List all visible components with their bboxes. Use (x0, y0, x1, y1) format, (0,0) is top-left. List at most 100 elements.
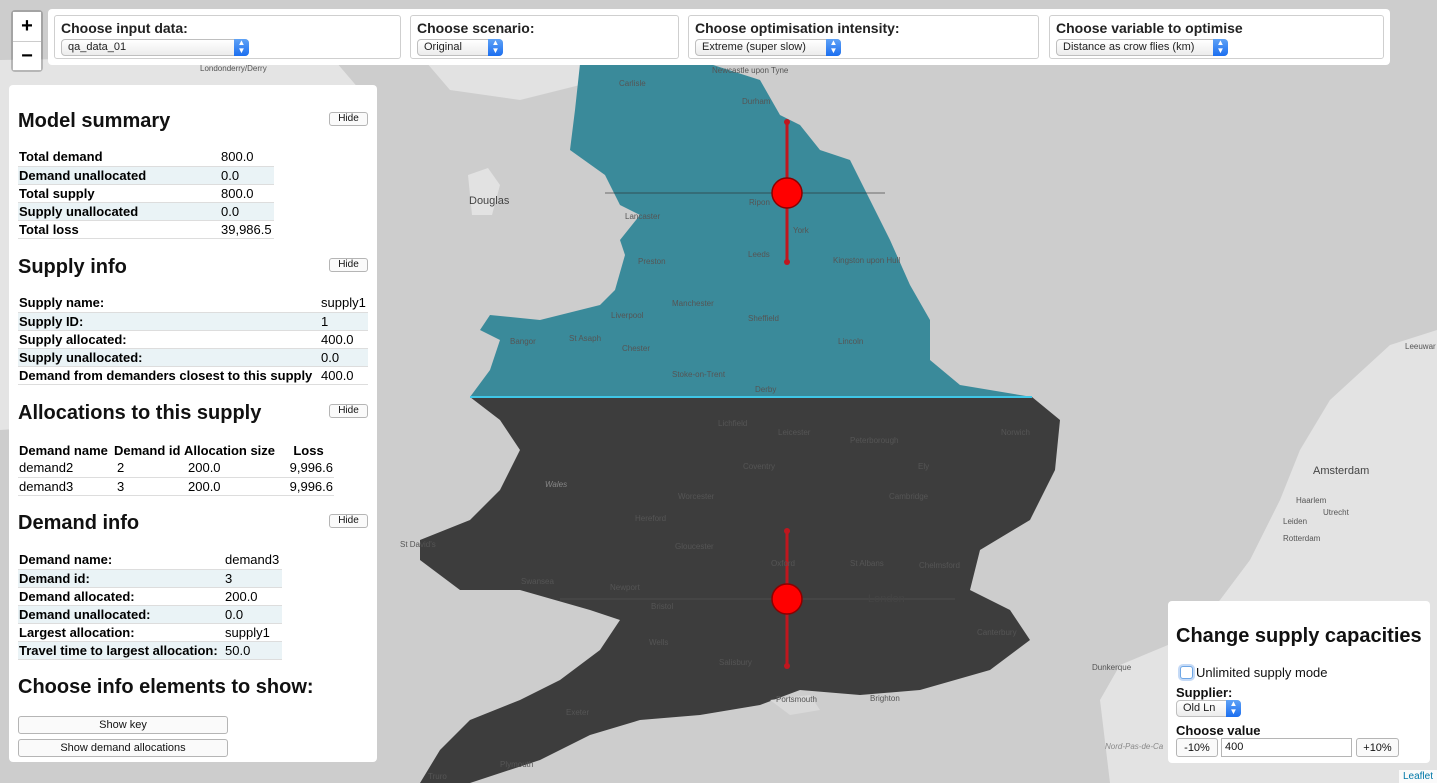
map-label-swansea: Swansea (521, 577, 554, 586)
unlimited-supply-row: Unlimited supply mode (1176, 665, 1328, 680)
input-data-select[interactable]: qa_data_01 ▲ ▼ (61, 39, 249, 56)
table-row: Supply name: supply1 (18, 294, 368, 313)
map-label-preston: Preston (638, 257, 666, 266)
row-key: Demand allocated: (18, 587, 224, 606)
supply-marker[interactable] (771, 177, 803, 209)
intensity-value: Extreme (super slow) (702, 41, 806, 53)
input-data-title: Choose input data: (61, 20, 188, 36)
select-arrows-icon: ▲ ▼ (488, 39, 503, 56)
demand-info-title: Demand info (18, 512, 140, 534)
row-key: Total demand (18, 148, 220, 167)
map-label-derby: Derby (755, 385, 776, 394)
map-label-gloucester: Gloucester (675, 542, 714, 551)
supply-info-table: Supply name: supply1 Supply ID: 1 Supply a… (18, 294, 368, 385)
variable-value: Distance as crow flies (km) (1063, 41, 1195, 53)
map-label-chelmsford: Chelmsford (919, 561, 960, 570)
table-row: Supply unallocated: 0.0 (18, 348, 368, 367)
map-label-rotterdam: Rotterdam (1283, 534, 1321, 543)
variable-select[interactable]: Distance as crow flies (km) ▲ ▼ (1056, 39, 1228, 56)
scenario-select[interactable]: Original ▲ ▼ (417, 39, 503, 56)
map-label-dunkerque: Dunkerque (1092, 663, 1132, 672)
row-key: Demand unallocated (18, 166, 220, 185)
capacity-panel: Change supply capacities Unlimited suppl… (1168, 601, 1430, 763)
map-label-hereford: Hereford (635, 514, 666, 523)
row-value: 0.0 (320, 348, 368, 367)
row-value: 800.0 (220, 184, 274, 203)
allocations-hide-button[interactable]: Hide (329, 404, 368, 418)
map-label-leiden: Leiden (1283, 517, 1307, 526)
increase-10-button[interactable]: +10% (1356, 738, 1399, 757)
demand-info-table: Demand name: demand3 Demand id: 3 Demand a… (18, 551, 282, 660)
intensity-select[interactable]: Extreme (super slow) ▲ ▼ (695, 39, 841, 56)
table-row: Demand unallocated: 0.0 (18, 605, 282, 624)
row-key: Largest allocation: (18, 623, 224, 642)
select-arrows-icon: ▲ ▼ (1213, 39, 1228, 56)
row-key: Supply unallocated: (18, 348, 320, 367)
map-label-leicester: Leicester (778, 428, 811, 437)
map-label-utrecht: Utrecht (1323, 508, 1350, 517)
demand-line-end-bottom (784, 663, 790, 669)
leaflet-attribution-link[interactable]: Leaflet (1398, 770, 1437, 783)
row-key: Supply allocated: (18, 330, 320, 349)
map-label-stalbans: St Albans (850, 559, 884, 568)
cell-demand-id: 3 (113, 477, 183, 496)
map-label-douglas: Douglas (469, 195, 510, 207)
row-key: Demand unallocated: (18, 605, 224, 624)
map-label-liverpool: Liverpool (611, 311, 644, 320)
demand-info-hide-button[interactable]: Hide (329, 514, 368, 528)
supply-info-hide-button[interactable]: Hide (329, 258, 368, 272)
map-label-plymouth: Plymouth (500, 760, 533, 769)
map-label-carlisle: Carlisle (619, 79, 646, 88)
table-row: Demand id: 3 (18, 569, 282, 588)
table-row: Total demand 800.0 (18, 148, 274, 167)
table-row: Supply allocated: 400.0 (18, 330, 368, 349)
table-row: Largest allocation: supply1 (18, 623, 282, 642)
map-label-salisbury: Salisbury (719, 658, 752, 667)
map-label-sheffield: Sheffield (748, 314, 779, 323)
map-label-ely: Ely (918, 462, 929, 471)
row-value: 200.0 (224, 587, 282, 606)
scenario-selector: Choose scenario: Original ▲ ▼ (410, 15, 679, 59)
column-header: Demand name (19, 442, 108, 458)
map-label-durham: Durham (742, 97, 771, 106)
info-elements-title: Choose info elements to show: (18, 676, 314, 698)
map-label-manchester: Manchester (672, 299, 714, 308)
map-label-brighton: Brighton (870, 694, 900, 703)
table-row: Travel time to largest allocation: 50.0 (18, 641, 282, 660)
table-row: Demand from demanders closest to this su… (18, 366, 368, 385)
row-value: 0.0 (224, 605, 282, 624)
zoom-in-button[interactable]: + (13, 12, 41, 41)
supplier-select[interactable]: Old Ln ▲ ▼ (1176, 700, 1241, 717)
column-header: Allocation size (184, 442, 276, 458)
map-label-hull: Kingston upon Hull (833, 256, 900, 265)
capacity-value-input[interactable]: 400 (1221, 738, 1352, 757)
decrease-10-button[interactable]: -10% (1176, 738, 1218, 757)
zoom-out-button[interactable]: − (13, 41, 41, 70)
model-summary-table: Total demand 800.0 Demand unallocated 0.0 … (18, 148, 274, 239)
map-label-lancaster: Lancaster (625, 212, 660, 221)
show-demand-allocations-button[interactable]: Show demand allocations (18, 739, 228, 757)
row-key: Demand from demanders closest to this su… (18, 366, 320, 385)
map-label-norwich: Norwich (1001, 428, 1030, 437)
unlimited-supply-label: Unlimited supply mode (1196, 665, 1328, 680)
intensity-title: Choose optimisation intensity: (695, 20, 900, 36)
row-value: 39,986.5 (220, 220, 274, 239)
show-key-button[interactable]: Show key (18, 716, 228, 734)
map-label-oxford: Oxford (771, 559, 795, 568)
table-row: Supply ID: 1 (18, 312, 368, 331)
supplier-label: Supplier: (1176, 685, 1233, 700)
map-label-london: London (868, 593, 905, 605)
intensity-selector: Choose optimisation intensity: Extreme (… (688, 15, 1039, 59)
map-label-worcester: Worcester (678, 492, 715, 501)
demand-line-end-top (784, 528, 790, 534)
cell-loss: 9,996.6 (283, 459, 334, 478)
input-data-value: qa_data_01 (68, 41, 127, 53)
demand-marker[interactable] (771, 583, 803, 615)
table-row: Demand allocated: 200.0 (18, 587, 282, 606)
row-key: Supply name: (18, 294, 320, 313)
map-label-chester: Chester (622, 344, 650, 353)
allocations-table: Demand name Demand id Allocation size Lo… (18, 441, 334, 496)
row-value: 3 (224, 569, 282, 588)
unlimited-supply-checkbox[interactable] (1180, 666, 1193, 679)
model-summary-hide-button[interactable]: Hide (329, 112, 368, 126)
